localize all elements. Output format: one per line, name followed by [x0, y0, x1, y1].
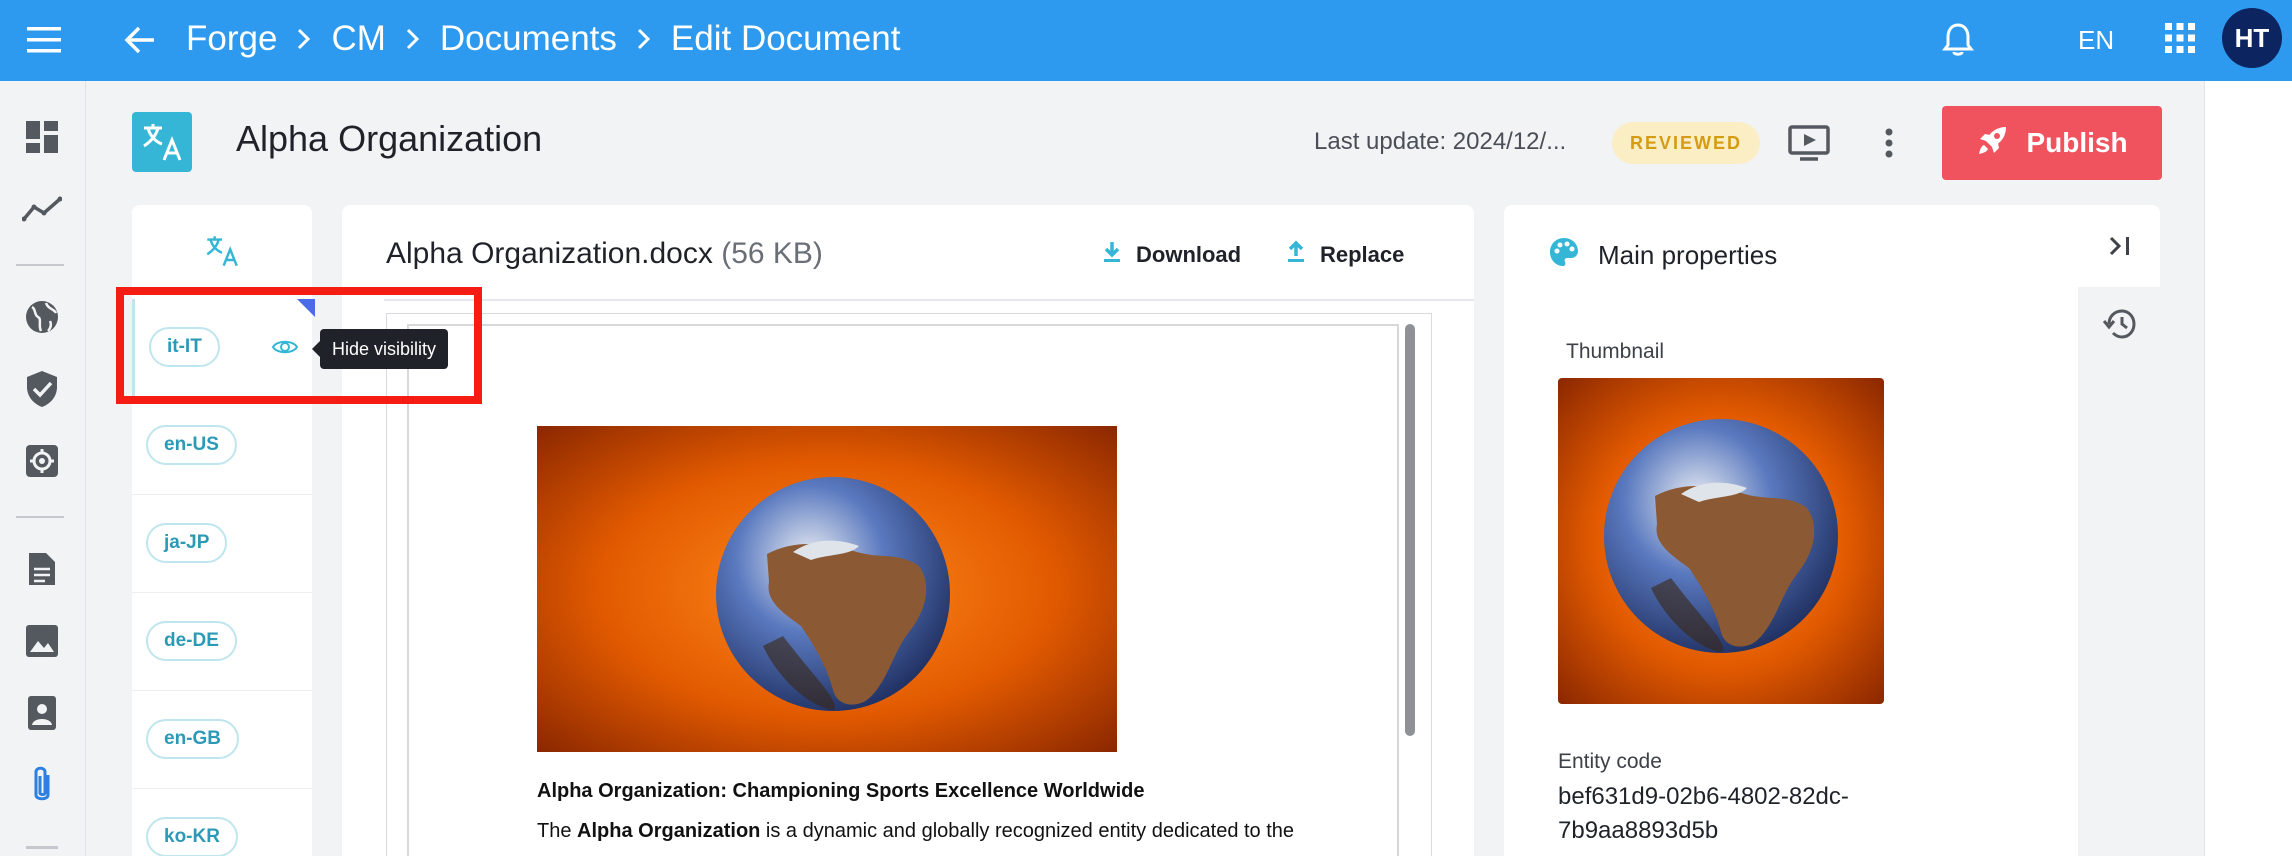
locale-row-en-gb[interactable]: en-GB: [132, 691, 312, 789]
portrait-icon[interactable]: [20, 691, 64, 735]
document-panel: Alpha Organization.docx (56 KB) Download…: [342, 205, 1474, 856]
panel-divider: [384, 299, 1474, 301]
file-name: Alpha Organization.docx (56 KB): [386, 237, 823, 271]
publish-label: Publish: [2026, 127, 2128, 158]
thumbnail-image[interactable]: [1558, 378, 1884, 704]
locale-row-de-de[interactable]: de-DE: [132, 593, 312, 691]
paragraph-rest: is a dynamic and globally recognized ent…: [760, 820, 1295, 842]
entity-code-line: 7b9aa8893d5b: [1558, 817, 1719, 844]
rail-more-indicator: [26, 846, 58, 849]
entity-code-label: Entity code: [1558, 750, 1662, 773]
download-label: Download: [1136, 242, 1242, 267]
translate-icon: [132, 112, 192, 172]
image-icon[interactable]: [20, 619, 64, 663]
translate-icon: [132, 229, 312, 273]
download-icon: [1102, 240, 1122, 270]
settings-icon[interactable]: [20, 439, 64, 483]
locale-chip[interactable]: ko-KR: [146, 817, 238, 856]
right-side-column: [2204, 81, 2292, 856]
file-name-text: Alpha Organization.docx: [386, 237, 713, 270]
breadcrumb-documents[interactable]: Documents: [440, 19, 617, 59]
replace-button[interactable]: Replace: [1286, 237, 1404, 273]
breadcrumb: Forge CM Documents Edit Document: [186, 14, 900, 64]
paragraph-bold: Alpha Organization: [577, 820, 761, 842]
chevron-right-icon: [297, 28, 311, 50]
shield-check-icon[interactable]: [20, 367, 64, 411]
globe-image: [537, 426, 1117, 752]
hamburger-menu-icon[interactable]: [22, 20, 66, 60]
apps-grid-icon[interactable]: [2158, 16, 2202, 60]
last-update-text: Last update: 2024/12/...: [1314, 128, 1567, 155]
breadcrumb-edit-document: Edit Document: [670, 19, 901, 58]
entity-code-line: bef631d9-02b6-4802-82dc-: [1558, 783, 1849, 810]
vertical-scrollbar[interactable]: [1405, 324, 1415, 736]
publish-button[interactable]: Publish: [1942, 106, 2162, 180]
dashboard-icon[interactable]: [20, 115, 64, 159]
chevron-right-icon: [406, 28, 420, 50]
avatar[interactable]: HT: [2222, 8, 2282, 68]
download-button[interactable]: Download: [1102, 237, 1241, 273]
rail-divider: [16, 264, 64, 266]
replace-label: Replace: [1320, 242, 1405, 267]
rail-divider: [16, 516, 64, 518]
locale-chip[interactable]: de-DE: [146, 621, 237, 661]
locale-chip[interactable]: en-GB: [146, 719, 239, 759]
properties-title: Main properties: [1598, 239, 1778, 270]
attachment-icon[interactable]: [20, 763, 64, 807]
document-preview-frame[interactable]: Alpha Organization: Championing Sports E…: [386, 313, 1432, 856]
locale-chip[interactable]: ja-JP: [146, 523, 228, 563]
breadcrumb-cm[interactable]: CM: [331, 19, 385, 59]
back-arrow-icon[interactable]: [118, 18, 162, 62]
entity-code-value: bef631d9-02b6-4802-82dc- 7b9aa8893d5b: [1558, 780, 1898, 848]
document-icon[interactable]: [20, 547, 64, 591]
highlight-annotation-box: [116, 287, 482, 404]
history-icon[interactable]: [2098, 302, 2142, 346]
document-heading: Alpha Organization: Championing Sports E…: [537, 780, 1145, 802]
document-page: Alpha Organization: Championing Sports E…: [407, 324, 1399, 856]
rocket-icon: [1976, 123, 2010, 164]
chevron-right-icon: [637, 28, 651, 50]
locale-row-ja-jp[interactable]: ja-JP: [132, 495, 312, 593]
analytics-icon[interactable]: [20, 187, 64, 231]
properties-header: Main properties: [1548, 235, 1777, 275]
paragraph-prefix: The: [537, 820, 578, 842]
locale-row-en-us[interactable]: en-US: [132, 397, 312, 495]
globe-icon[interactable]: [20, 295, 64, 339]
file-size: (56 KB): [721, 237, 823, 270]
more-vertical-icon[interactable]: [1866, 120, 1912, 166]
breadcrumb-forge[interactable]: Forge: [186, 19, 277, 59]
language-selector[interactable]: EN: [2078, 20, 2114, 60]
locale-chip[interactable]: en-US: [146, 425, 237, 465]
page-title: Alpha Organization: [236, 118, 543, 159]
collapse-panel-icon[interactable]: [2098, 226, 2142, 266]
palette-icon: [1548, 236, 1580, 275]
locale-row-ko-kr[interactable]: ko-KR: [132, 789, 312, 856]
upload-icon: [1286, 240, 1306, 270]
top-app-bar: Forge CM Documents Edit Document EN HT: [0, 0, 2292, 81]
bell-icon[interactable]: [1936, 18, 1980, 62]
left-nav-rail: [0, 81, 86, 856]
document-paragraph: The Alpha Organization is a dynamic and …: [537, 820, 1294, 843]
properties-side-strip: [2078, 287, 2160, 856]
status-badge: REVIEWED: [1612, 122, 1760, 164]
preview-screen-icon[interactable]: [1786, 120, 1832, 166]
thumbnail-label: Thumbnail: [1566, 340, 1665, 363]
